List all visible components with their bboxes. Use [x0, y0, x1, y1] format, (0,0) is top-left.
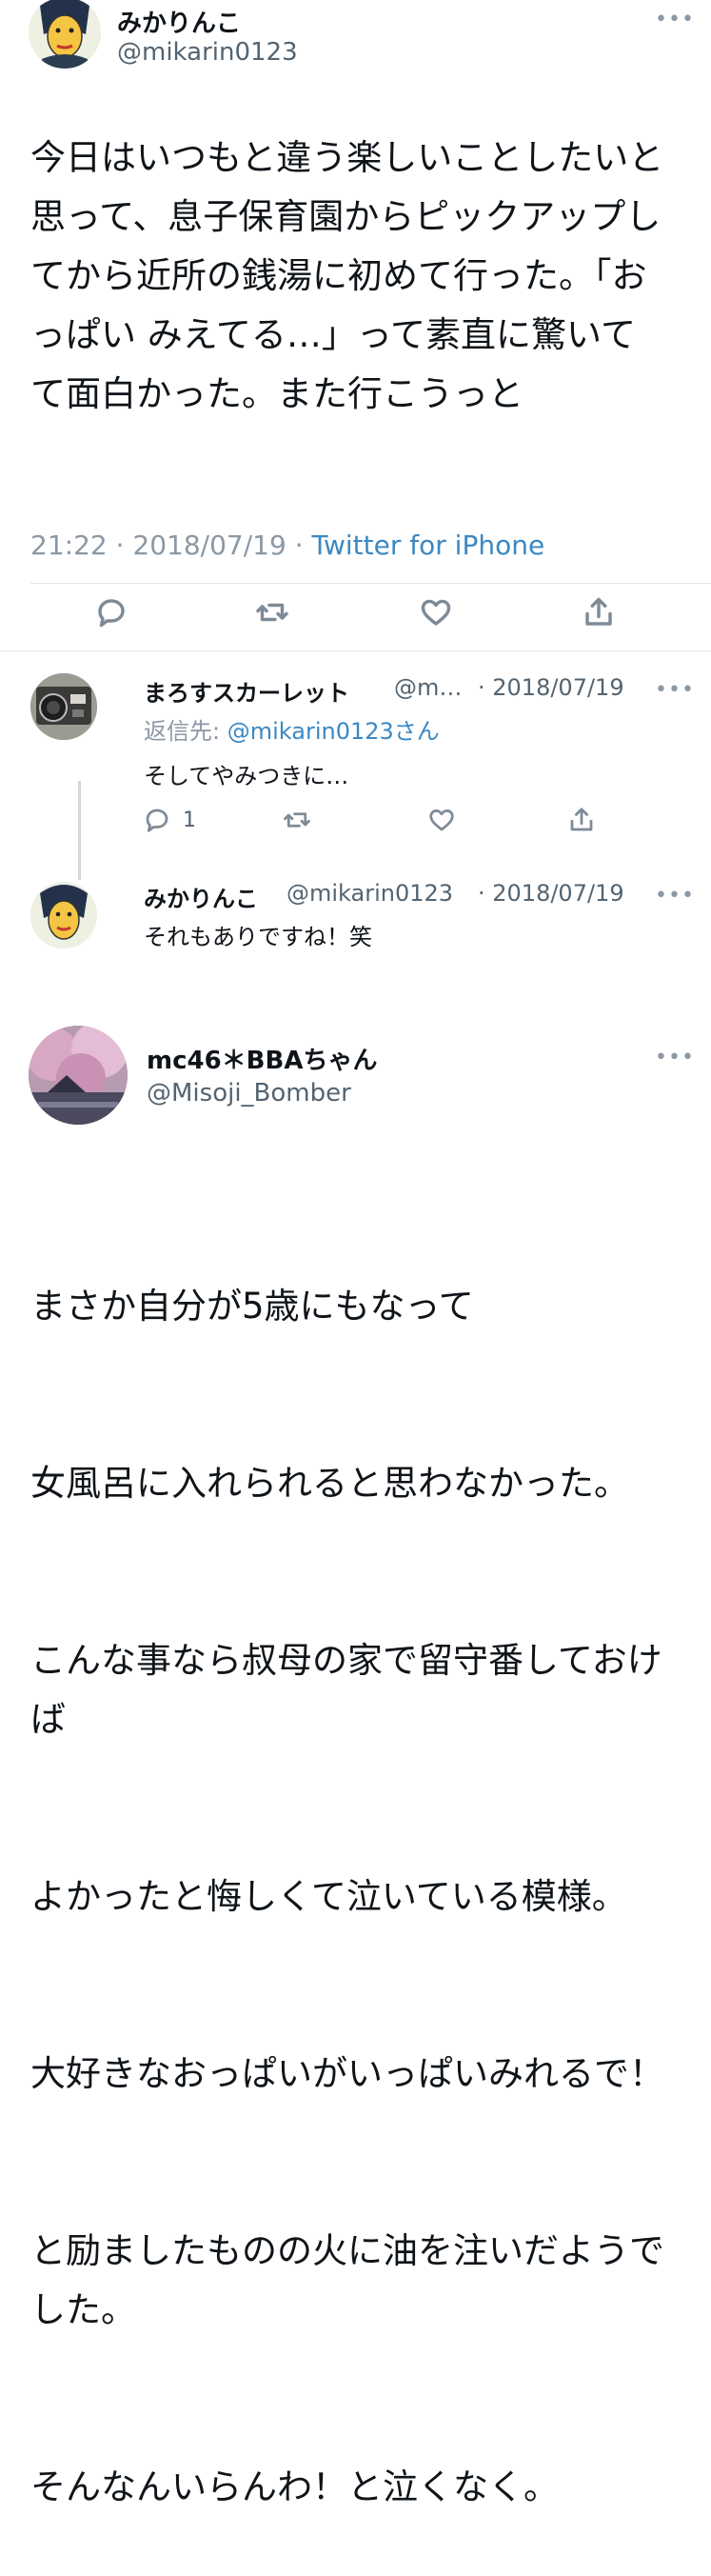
reply-avatar[interactable] — [30, 882, 97, 950]
reply-author-name[interactable]: まろすスカーレット — [144, 674, 349, 708]
tweet-client-link[interactable]: Twitter for iPhone — [312, 529, 545, 561]
more-options-icon[interactable]: ••• — [655, 678, 695, 702]
reply-author-handle[interactable]: @m… — [394, 674, 462, 701]
tweet-line: まさか自分が5歳にもなって — [30, 1286, 474, 1327]
tweet-text: まさか自分が5歳にもなって 女風呂に入れられると思わなかった。 こんな事なら叔母… — [30, 1159, 678, 2576]
like-button[interactable] — [427, 806, 456, 838]
meta-separator: · — [294, 529, 304, 561]
author-name[interactable]: mc46＊BBAちゃん — [147, 1041, 377, 1076]
author-handle[interactable]: @mikarin0123 — [117, 38, 298, 67]
retweet-button[interactable] — [283, 806, 311, 838]
more-options-icon[interactable]: ••• — [655, 884, 695, 908]
reply-date: · 2018/07/19 — [478, 674, 624, 701]
tweet-meta: 21:22 · 2018/07/19 · Twitter for iPhone — [30, 529, 544, 561]
tweet-line: 大好きなおっぱいがいっぱいみれるで！ — [30, 2053, 664, 2094]
author-handle[interactable]: @Misoji_Bomber — [147, 1079, 351, 1108]
like-icon — [429, 809, 454, 831]
retweet-button[interactable] — [253, 593, 291, 631]
tweet-line: そんなんいらんわ！と泣くなく。 — [30, 2466, 559, 2507]
divider — [30, 583, 711, 584]
tweet-line: と励ましたものの火に油を注いだようでした。 — [30, 2230, 664, 2330]
reply-button[interactable] — [92, 593, 130, 631]
retweet-icon — [284, 812, 310, 828]
avatar[interactable] — [29, 0, 101, 69]
thread-line — [78, 781, 81, 880]
share-icon — [570, 808, 593, 831]
reply-author-handle[interactable]: @mikarin0123 — [286, 880, 453, 907]
tweet-text: 今日はいつもと違う楽しいことしたいと思って、息子保育園からピックアップしてから近… — [30, 137, 664, 414]
reply-to: 返信先: @mikarin0123さん — [144, 712, 440, 746]
reply-text: そしてやみつきに… — [144, 763, 349, 789]
meta-separator: · — [115, 529, 125, 561]
author-name[interactable]: みかりんこ — [117, 4, 241, 39]
tweet-line: 女風呂に入れられると思わなかった。 — [30, 1463, 629, 1504]
reply-avatar[interactable] — [30, 673, 97, 740]
tweet-line: こんな事なら叔母の家で留守番しておけば — [30, 1640, 662, 1740]
reply-author-name[interactable]: みかりんこ — [144, 880, 258, 913]
reply-count: 1 — [183, 808, 196, 832]
more-options-icon[interactable]: ••• — [655, 8, 695, 31]
reply-icon — [98, 599, 125, 628]
retweet-icon — [256, 603, 288, 622]
tweet-time: 21:22 — [30, 529, 108, 561]
reply-button[interactable]: 1 — [143, 806, 196, 834]
share-button[interactable] — [567, 806, 596, 838]
share-icon — [585, 597, 612, 626]
tweet-line: よかったと悔しくて泣いている模様。 — [30, 1876, 627, 1917]
reply-to-label: 返信先: — [144, 718, 227, 745]
more-options-icon[interactable]: ••• — [655, 1046, 695, 1069]
reply-text: それもありですね！笑 — [144, 924, 372, 950]
reply-date: · 2018/07/19 — [478, 880, 624, 907]
divider — [0, 650, 711, 651]
avatar[interactable] — [29, 1026, 128, 1125]
reply-icon — [146, 809, 168, 832]
like-icon — [421, 599, 451, 626]
share-button[interactable] — [580, 593, 618, 631]
like-button[interactable] — [417, 593, 455, 631]
tweet-date: 2018/07/19 — [132, 529, 286, 561]
reply-to-user-link[interactable]: @mikarin0123さん — [227, 718, 440, 745]
